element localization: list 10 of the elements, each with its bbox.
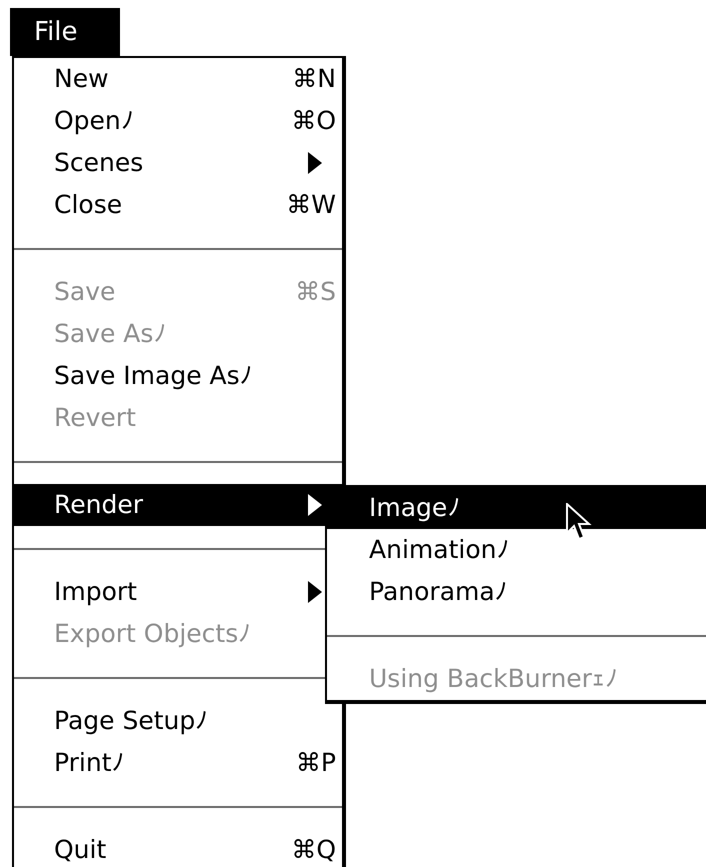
shortcut-text: ⌘Q bbox=[291, 834, 336, 866]
menu-title[interactable]: File bbox=[10, 8, 120, 56]
shortcut-text: ⌘S bbox=[295, 276, 336, 308]
menu-item[interactable]: Render bbox=[14, 484, 342, 526]
shortcut-text: ⌘O bbox=[291, 105, 336, 138]
shortcut-text: ⌘W bbox=[286, 189, 336, 222]
shortcut-text: ⌘N bbox=[292, 63, 336, 96]
cursor-icon bbox=[566, 503, 592, 541]
shortcut-text: ⌘P bbox=[296, 747, 336, 780]
menu-item[interactable]: Imageﾉ bbox=[327, 487, 706, 529]
